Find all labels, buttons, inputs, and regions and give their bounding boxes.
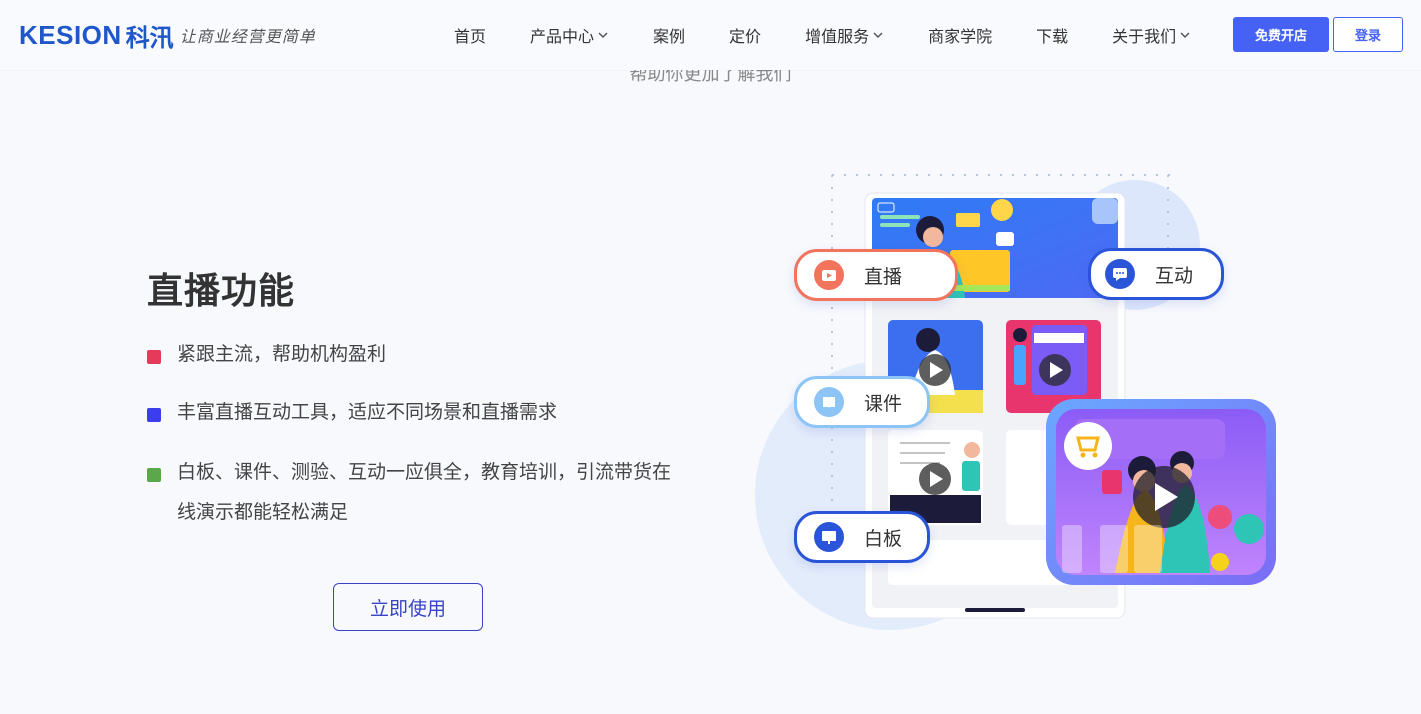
nav-item-label: 增值服务 <box>805 27 870 46</box>
nav-item-services[interactable]: 增值服务 <box>805 23 884 47</box>
feature-item: 丰富直播互动工具，适应不同场景和直播需求 <box>147 401 687 432</box>
feature-item: 白板、课件、测验、互动一应俱全，教育培训，引流带货在线演示都能轻松满足 <box>147 461 687 532</box>
nav-item-about[interactable]: 关于我们 <box>1112 23 1191 47</box>
feature-item: 紧跟主流，帮助机构盈利 <box>147 343 687 374</box>
nav-item-label: 定价 <box>729 27 762 46</box>
nav-item-pricing[interactable]: 定价 <box>729 23 761 47</box>
whiteboard-icon <box>814 522 844 552</box>
chevron-down-icon <box>598 32 608 39</box>
feature-text: 紧跟主流，帮助机构盈利 <box>177 343 387 365</box>
feature-bullet-green <box>147 468 161 482</box>
logo-text-cn: 科汛 <box>125 23 174 52</box>
pill-label: 直播 <box>864 265 903 288</box>
section-title: 直播功能 <box>147 271 296 312</box>
nav-item-academy[interactable]: 商家学院 <box>928 23 992 47</box>
feature-bullet-blue <box>147 408 161 422</box>
nav-item-label: 案例 <box>653 27 686 46</box>
feature-bullet-red <box>147 350 161 364</box>
nav-item-label: 首页 <box>454 27 487 46</box>
nav-item-label: 商家学院 <box>928 27 993 46</box>
nav-item-label: 关于我们 <box>1112 27 1177 46</box>
logo-text-en: KESION <box>19 19 122 50</box>
logo-slogan: 让商业经营更简单 <box>179 27 316 46</box>
feature-pill-whiteboard[interactable]: 白板 <box>794 511 930 563</box>
logo[interactable]: KESION 科汛 让商业经营更简单 <box>19 19 316 52</box>
top-header: KESION 科汛 让商业经营更简单 首页 产品中心 案例 定价 增值服务 商家… <box>0 0 1421 70</box>
feature-pill-live[interactable]: 直播 <box>794 249 958 301</box>
nav-item-products[interactable]: 产品中心 <box>530 23 609 47</box>
pill-label: 互动 <box>1155 264 1194 287</box>
login-button[interactable]: 登录 <box>1333 17 1403 52</box>
live-feature-illustration: 直播 互动 课件 白板 <box>750 165 1290 635</box>
nav-item-home[interactable]: 首页 <box>454 23 486 47</box>
feature-text: 丰富直播互动工具，适应不同场景和直播需求 <box>177 401 558 423</box>
feature-text: 白板、课件、测验、互动一应俱全，教育培训，引流带货在线演示都能轻松满足 <box>177 461 672 523</box>
use-now-button[interactable]: 立即使用 <box>333 583 483 631</box>
pill-label: 白板 <box>864 527 903 550</box>
chevron-down-icon <box>1180 32 1190 39</box>
nav-item-label: 产品中心 <box>530 27 595 46</box>
live-icon <box>814 260 844 290</box>
book-icon <box>814 387 844 417</box>
chat-icon <box>1105 259 1135 289</box>
pill-label: 课件 <box>864 392 903 415</box>
main-nav: 首页 产品中心 案例 定价 增值服务 商家学院 下载 关于我们 <box>440 0 1191 70</box>
nav-item-cases[interactable]: 案例 <box>653 23 685 47</box>
feature-pill-interaction[interactable]: 互动 <box>1088 248 1224 300</box>
nav-item-download[interactable]: 下载 <box>1036 23 1068 47</box>
nav-item-label: 下载 <box>1036 27 1069 46</box>
feature-pill-courseware[interactable]: 课件 <box>794 376 930 428</box>
chevron-down-icon <box>873 32 883 39</box>
free-signup-button[interactable]: 免费开店 <box>1233 17 1329 52</box>
